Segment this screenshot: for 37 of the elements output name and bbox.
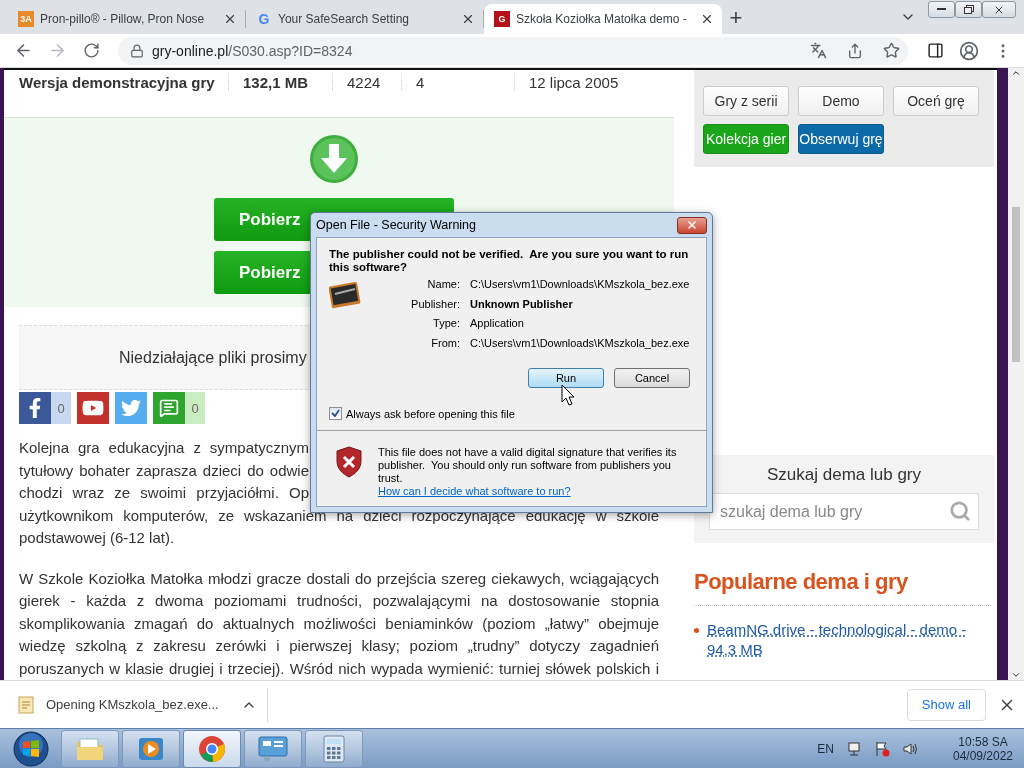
- site-favicon: G: [494, 11, 510, 27]
- tab-title: Pron-pillo® - Pillow, Pron Nose: [40, 12, 206, 26]
- notice-text: Niedziałające pliki prosimy: [119, 348, 307, 367]
- field-value: Application: [470, 317, 525, 331]
- field-label: Publisher:: [410, 297, 460, 311]
- paragraph-line: W Szkole Koziołka Matołka młodzi gracze dostali do przejścia szereg ciekawych, wciągających: [19, 568, 659, 589]
- url-text: gry-online.pl/S030.asp?ID=8324: [152, 42, 354, 59]
- paragraph-line: podstawowej (6-12 lat).: [19, 528, 176, 548]
- google-favicon: G: [257, 11, 271, 27]
- dialog-title: Open File - Security Warning: [316, 218, 476, 232]
- paragraph-line: wiedzę szkolną z zakresu zerówki i pierwszej klasy; poziom „trudny” dotyczy zagadnień: [19, 636, 659, 656]
- field-value: C:\Users\vm1\Downloads\KMszkola_bez.exe: [470, 336, 690, 350]
- table-cell: 4224: [332, 73, 401, 91]
- paragraph-line: gierek - każda z dwoma poziomami trudności, pozwalającymi na dostosowanie stopnia: [19, 591, 659, 611]
- tab-title: Szkoła Koziołka Matołka demo -: [516, 12, 688, 26]
- table-cell: 4: [401, 73, 514, 91]
- paragraph-line: skomplikowania zmagań do aktualnych możliwości beniaminków (poziom „łatwy” obejmuje: [19, 613, 659, 634]
- field-value: Unknown Publisher: [470, 297, 574, 311]
- paragraph-line: chodzi wraz ze swoimi przyjaciółmi. Op: [19, 483, 309, 503]
- paragraph-line: tytułowy bohater zaprasza dzieci do odwie: [19, 460, 309, 481]
- share-count: 0: [185, 392, 205, 424]
- field-label: Type:: [432, 317, 460, 331]
- paragraph-line: poruszanych w klasie drugiej i trzeciej). Wśród nich wypada wymienić: turniej słówek polskich i: [19, 658, 659, 679]
- dialog-heading: The publisher could not be verified. Are you sure you want to run this software?: [329, 248, 690, 274]
- site-favicon: 3A: [18, 11, 34, 27]
- table-cell: 132,1 MB: [228, 73, 332, 91]
- tab-title: Your SafeSearch Setting: [278, 12, 410, 26]
- table-cell-text: Wersja demonstracyjna gry: [19, 73, 216, 91]
- paragraph-line: Kolejna gra edukacyjna z sympatycznym: [19, 438, 309, 458]
- field-value: C:\Users\vm1\Downloads\KMszkola_bez.exe: [470, 278, 690, 292]
- field-label: Name:: [426, 278, 460, 292]
- field-label: From:: [430, 336, 460, 350]
- search-title: Szukaj dema lub gry: [767, 465, 921, 485]
- warning-text: This file does not have a valid digital signature that verifies its publisher. You should only run software from publishers you trust.: [378, 446, 678, 485]
- table-cell: 12 lipca 2005: [514, 73, 659, 91]
- section-heading: Popularne dema i gry: [694, 569, 909, 595]
- share-count: 0: [51, 392, 71, 424]
